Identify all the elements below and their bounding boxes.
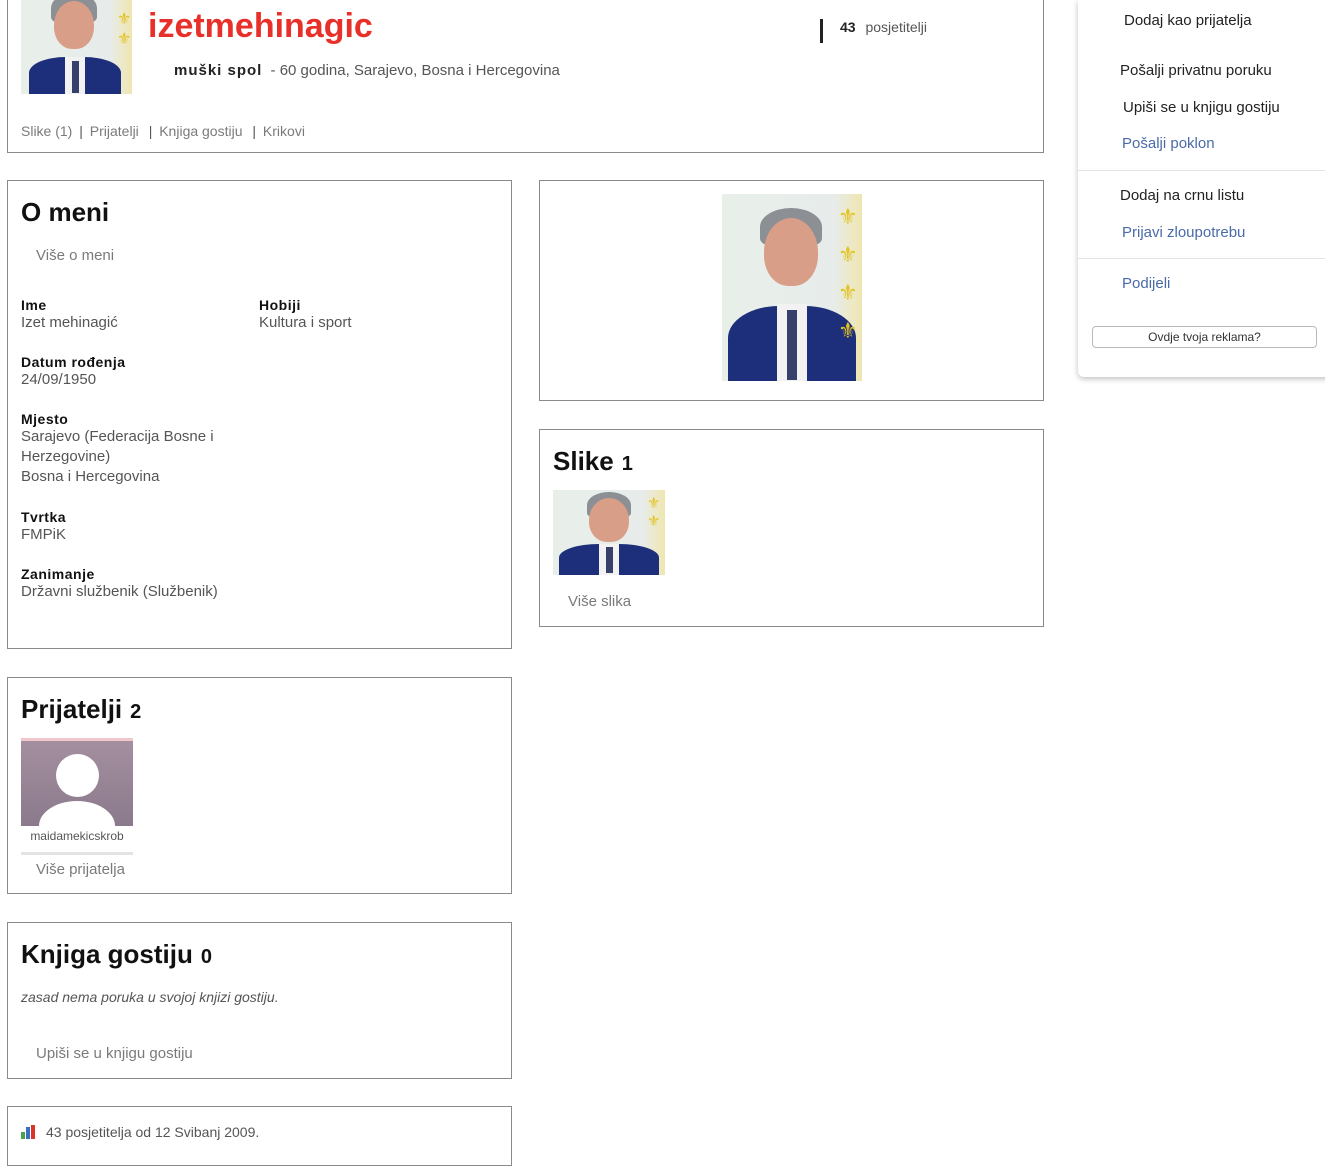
stats-bar-icon [21,1125,37,1139]
nav-shouts[interactable]: Krikovi [263,123,305,139]
profile-avatar[interactable]: ⚜ ⚜ [21,0,132,94]
report-abuse-link[interactable]: Prijavi zloupotrebu [1122,224,1245,241]
add-friend-link[interactable]: Dodaj kao prijatelja [1124,12,1252,29]
profile-header: ⚜ ⚜ izetmehinagic muški spol - 60 godina,… [7,0,1044,153]
menu-divider [1078,258,1325,259]
more-friends-link[interactable]: Više prijatelja [36,861,125,878]
about-section: O meni Više o meni Ime Izet mehinagić Ho… [7,180,512,649]
visitor-count: 43 [840,19,856,35]
friends-count: 2 [130,701,142,723]
more-photos-link[interactable]: Više slika [568,593,631,610]
guestbook-title: Knjiga gostiju 0 [21,939,212,970]
field-label: Ime [21,297,47,313]
field-place: Mjesto Sarajevo (Federacija Bosne i Herz… [21,411,251,487]
lily-icon: ⚜ ⚜ [647,495,661,530]
field-value: FMPiK [21,526,66,543]
stats-text: 43 posjetitelja od 12 Svibanj 2009. [46,1124,260,1140]
profile-info: muški spol - 60 godina, Sarajevo, Bosna … [174,62,560,79]
field-label: Datum rođenja [21,354,126,370]
menu-divider [1078,170,1325,171]
field-hobbies: Hobiji Kultura i sport [259,297,489,333]
friend-username[interactable]: maidamekicskrob [21,829,133,843]
main-photo-box: ⚜ ⚜ ⚜ ⚜ [539,180,1044,401]
private-message-link[interactable]: Pošalji privatnu poruku [1120,62,1272,79]
main-photo[interactable]: ⚜ ⚜ ⚜ ⚜ [722,194,862,381]
photos-title: Slike 1 [553,446,633,477]
photos-section: Slike 1 ⚜ ⚜ Više slika [539,429,1044,627]
field-value: Državni službenik (Službenik) [21,583,218,600]
field-value: Bosna i Hercegovina [21,468,160,485]
nav-separator: | [252,123,257,139]
visitor-divider [820,19,823,43]
default-avatar-icon [21,741,133,826]
friends-title: Prijatelji 2 [21,694,141,725]
profile-username: izetmehinagic [148,7,373,45]
guestbook-count: 0 [200,946,213,968]
field-value: Herzegovine) [21,448,111,465]
advertise-button[interactable]: Ovdje tvoja reklama? [1092,326,1317,348]
nav-separator: | [148,123,153,139]
share-link[interactable]: Podijeli [1122,275,1170,292]
nav-separator: | [79,123,83,139]
nav-photos[interactable]: Slike (1) [21,123,72,139]
field-birthdate: Datum rođenja 24/09/1950 [21,354,251,390]
field-company: Tvrtka FMPiK [21,509,251,545]
field-value: Izet mehinagić [21,314,118,331]
age-location: - 60 godina, Sarajevo, Bosna i Hercegovi… [270,62,560,79]
field-label: Zanimanje [21,566,95,582]
about-title: O meni [21,197,110,227]
field-value: Kultura i sport [259,314,352,331]
section-title-text: Slike [553,446,614,476]
field-occupation: Zanimanje Državni službenik (Službenik) [21,566,251,602]
section-title-text: Knjiga gostiju [21,939,193,969]
friends-section: Prijatelji 2 maidamekicskrob Više prijate… [7,677,512,894]
nav-guestbook[interactable]: Knjiga gostiju [159,123,242,139]
field-label: Hobiji [259,297,301,313]
field-label: Mjesto [21,411,69,427]
profile-nav: Slike (1) | Prijatelji | Knjiga gostiju … [21,123,305,139]
guestbook-empty-text: zasad nema poruka u svojoj knjizi gostij… [21,989,279,1005]
visitor-label: posjetitelji [865,19,927,35]
field-value: 24/09/1950 [21,371,97,388]
photos-count: 1 [621,453,633,475]
field-name: Ime Izet mehinagić [21,297,251,333]
more-about-link[interactable]: Više o meni [36,247,114,264]
guestbook-section: Knjiga gostiju 0 zasad nema poruka u svoj… [7,922,512,1079]
field-value: Sarajevo (Federacija Bosne i [21,428,214,445]
sign-guestbook-link[interactable]: Upiši se u knjigu gostiju [36,1045,193,1062]
visitor-counter: 43 posjetitelji [840,19,927,35]
section-title-text: Prijatelji [21,694,123,724]
friend-card[interactable]: maidamekicskrob [21,738,133,855]
gender-label: muški spol [174,62,263,79]
field-label: Tvrtka [21,509,67,525]
lily-icon: ⚜ ⚜ [117,11,132,48]
sign-guestbook-link[interactable]: Upiši se u knjigu gostiju [1123,99,1280,116]
blacklist-link[interactable]: Dodaj na crnu listu [1120,187,1244,204]
profile-actions-menu: Dodaj kao prijatelja Pošalji privatnu po… [1078,0,1325,377]
nav-friends[interactable]: Prijatelji [90,123,139,139]
stats-section: 43 posjetitelja od 12 Svibanj 2009. [7,1106,512,1166]
photo-thumbnail[interactable]: ⚜ ⚜ [553,490,665,575]
lily-icon: ⚜ ⚜ ⚜ ⚜ [838,204,858,343]
send-gift-link[interactable]: Pošalji poklon [1122,135,1215,152]
